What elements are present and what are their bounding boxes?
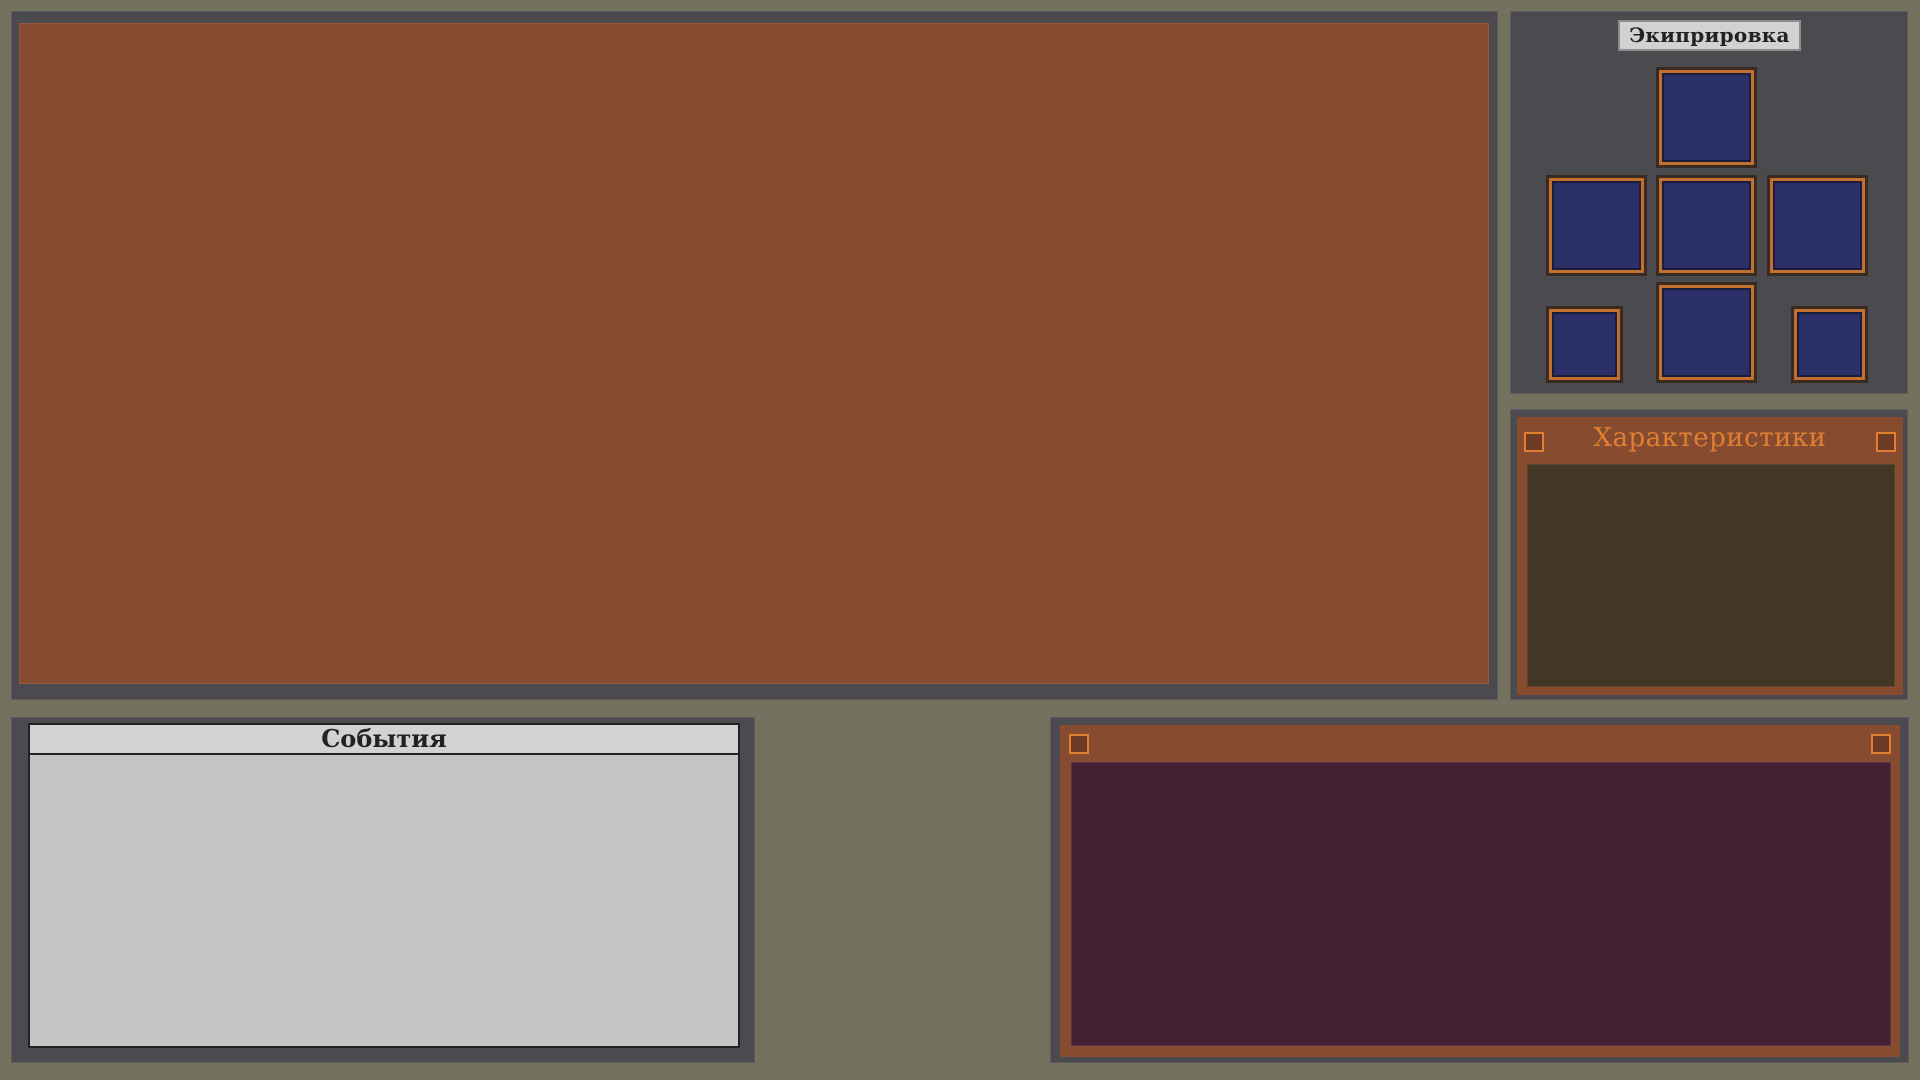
dialog-corner-right-icon[interactable] (1871, 734, 1891, 754)
stats-title: Характеристики (1593, 423, 1827, 453)
stats-panel: Характеристики (1510, 409, 1908, 700)
stats-corner-right-icon[interactable] (1876, 432, 1896, 452)
game-viewport[interactable] (11, 11, 1498, 700)
stats-frame: Характеристики (1517, 417, 1903, 695)
equipment-title: Экиприровка (1618, 20, 1801, 51)
equipment-slot-head[interactable] (1659, 70, 1754, 165)
stats-content (1527, 464, 1895, 687)
equipment-slot-body[interactable] (1659, 178, 1754, 273)
equipment-slot-ring-right[interactable] (1794, 309, 1865, 380)
game-viewport-canvas[interactable] (19, 23, 1489, 684)
dialog-frame (1060, 725, 1900, 1057)
equipment-slot-legs[interactable] (1659, 285, 1754, 380)
events-log[interactable] (28, 753, 740, 1048)
equipment-slot-left-hand[interactable] (1549, 178, 1644, 273)
equipment-panel: Экиприровка (1510, 11, 1908, 394)
events-panel: События (11, 717, 755, 1063)
equipment-slot-right-hand[interactable] (1770, 178, 1865, 273)
dialog-panel (1050, 717, 1909, 1063)
dialog-corner-left-icon[interactable] (1069, 734, 1089, 754)
equipment-slot-ring-left[interactable] (1549, 309, 1620, 380)
dialog-content[interactable] (1071, 762, 1891, 1046)
events-title: События (28, 723, 740, 755)
